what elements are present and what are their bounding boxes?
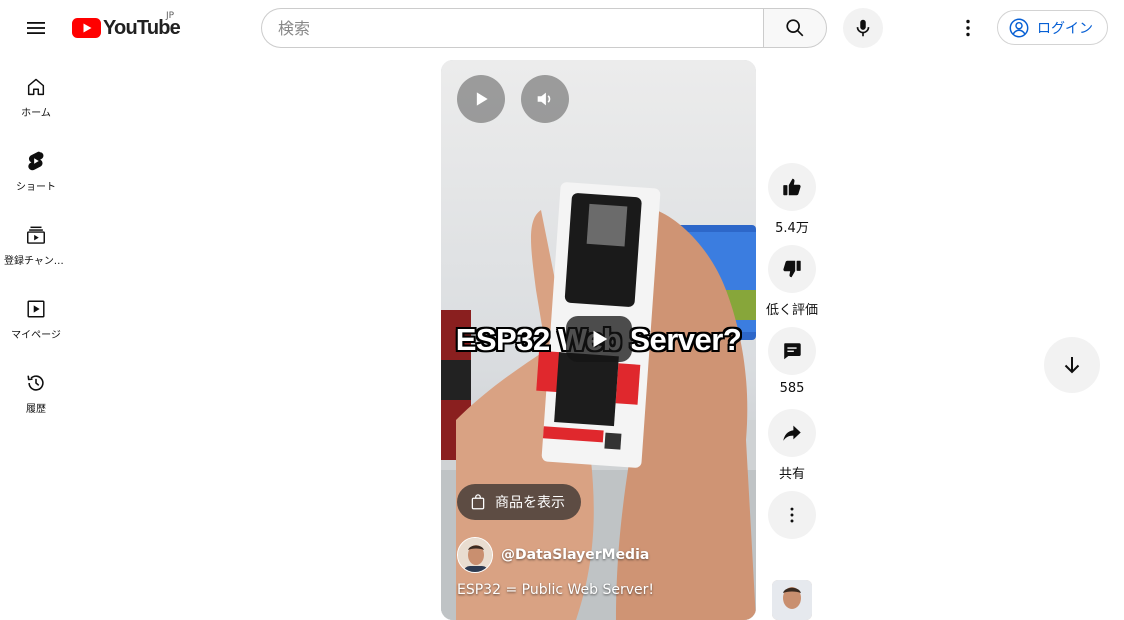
region-code: JP [166,11,175,21]
more-vert-icon [966,19,970,37]
sound-source-thumbnail[interactable] [772,580,812,620]
settings-more-button[interactable] [948,8,988,48]
play-icon [593,330,608,348]
more-actions-button[interactable] [768,491,816,539]
like-count: 5.4万 [775,221,809,236]
search-button[interactable] [763,8,827,48]
dislike-action: 低く評価 [766,245,819,327]
comment-count: 585 [779,381,805,396]
dislike-button[interactable] [768,245,816,293]
guide-menu-button[interactable] [16,8,56,48]
share-button[interactable] [768,409,816,457]
sidebar-item-label: 登録チャンネル [4,256,68,267]
mini-guide: ホーム ショート 登録チャンネル マイページ 履歴 [0,56,72,426]
home-icon [27,78,45,96]
next-video-button[interactable] [1044,337,1100,393]
channel-info: @DataSlayerMedia [457,537,649,573]
share-icon [783,425,801,441]
sidebar-item-label: ショート [16,182,56,193]
sidebar-item-label: 履歴 [26,404,46,415]
view-products-label: 商品を表示 [495,495,565,511]
sidebar-item-label: ホーム [21,108,51,119]
search-input[interactable] [278,18,764,38]
channel-name-link[interactable]: @DataSlayerMedia [501,547,649,563]
shorts-video-player[interactable]: ESP32 Web Server? 商品を表示 @DataSlayerMedia… [441,60,756,620]
play-button[interactable] [457,75,505,123]
share-label: 共有 [778,467,805,482]
volume-button[interactable] [521,75,569,123]
arrow-down-icon [1064,357,1080,374]
masthead: YouTube JP ログイン [0,0,1124,56]
youtube-play-logo-icon [72,18,101,38]
center-play-button[interactable] [566,316,632,362]
like-button[interactable] [768,163,816,211]
thumb-up-icon [783,178,801,196]
more-action [767,491,817,539]
history-icon [27,375,44,391]
sidebar-item-you[interactable]: マイページ [0,278,72,352]
search-field [261,8,764,48]
volume-icon [537,92,551,106]
login-label: ログイン [1037,20,1093,37]
play-icon [476,92,488,106]
share-action: 共有 [767,409,817,491]
like-action: 5.4万 [767,163,817,245]
voice-search-button[interactable] [843,8,883,48]
hamburger-icon [27,22,45,34]
channel-avatar[interactable] [457,537,493,573]
shopping-bag-icon [471,494,485,510]
thumbnail-image [772,580,812,620]
sidebar-item-label: マイページ [11,330,61,341]
more-vert-icon [790,507,794,523]
video-title[interactable]: ESP32 = Public Web Server! [457,582,654,598]
youtube-logo[interactable]: YouTube [72,14,181,42]
microphone-icon [856,19,870,37]
comments-button[interactable] [768,327,816,375]
view-products-button[interactable]: 商品を表示 [457,484,581,520]
sidebar-item-history[interactable]: 履歴 [0,352,72,426]
comment-action: 585 [767,327,817,409]
action-bar: 5.4万 低く評価 585 共有 [766,163,819,539]
avatar-image [458,538,492,572]
sidebar-item-shorts[interactable]: ショート [0,130,72,204]
dislike-label: 低く評価 [766,303,819,318]
subscriptions-icon [27,226,45,244]
sidebar-item-subscriptions[interactable]: 登録チャンネル [0,204,72,278]
shorts-icon [28,151,44,171]
thumb-down-icon [783,260,801,278]
search-icon [786,19,804,37]
login-button[interactable]: ログイン [997,10,1108,45]
comment-icon [784,343,801,360]
sidebar-item-home[interactable]: ホーム [0,56,72,130]
account-icon [1009,18,1029,37]
you-icon [27,300,45,318]
